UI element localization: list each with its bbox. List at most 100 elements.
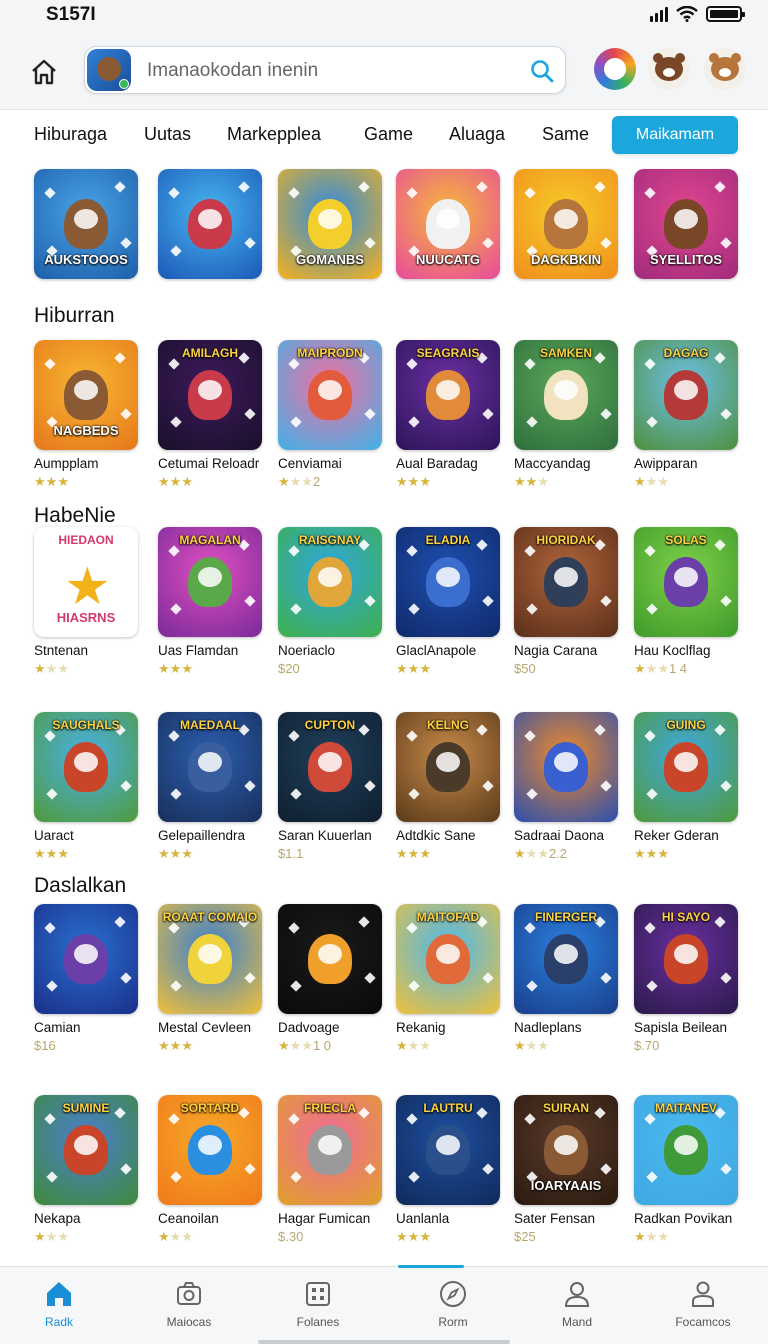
nav-item-focamcos[interactable]: Focamcos — [648, 1279, 758, 1329]
app-card[interactable]: MAITOFAD Rekanig ★★★ — [396, 904, 502, 1054]
grid-icon — [306, 1282, 330, 1306]
featured-card[interactable] — [158, 169, 264, 279]
app-card[interactable]: HI SAYO Sapisla Beilean $.70 — [634, 904, 740, 1054]
app-thumbnail[interactable]: SAUGHALS — [34, 712, 138, 822]
sparkle-decoration — [44, 922, 56, 934]
app-card[interactable]: ★ HIEDAON HIASRNS Stntenan ★★★ — [34, 527, 140, 677]
app-card[interactable]: SUMINE Nekapa ★★★ — [34, 1095, 140, 1245]
tab-uutas[interactable]: Uutas — [144, 124, 191, 145]
app-card[interactable]: Dadvoage ★★★1 0 — [278, 904, 384, 1054]
app-card[interactable]: SAUGHALS Uaract ★★★ — [34, 712, 140, 862]
tab-aluaga[interactable]: Aluaga — [449, 124, 505, 145]
app-thumbnail[interactable] — [158, 169, 262, 279]
app-thumbnail[interactable]: MAGALAN — [158, 527, 262, 637]
nav-item-radk[interactable]: Radk — [4, 1279, 114, 1329]
home-button[interactable] — [26, 54, 62, 90]
nav-item-maiocas[interactable]: Maiocas — [134, 1279, 244, 1329]
app-card[interactable]: MAIPRODN Cenviamai ★★★2 — [278, 340, 384, 490]
profile-avatar-bear-2[interactable] — [704, 48, 746, 90]
app-card[interactable]: MAITANEV Radkan Povikan ★★★ — [634, 1095, 740, 1245]
app-card[interactable]: HIORIDAK Nagia Carana $50 — [514, 527, 620, 677]
app-thumbnail[interactable]: AUKSTOOOS — [34, 169, 138, 279]
app-thumbnail[interactable] — [278, 904, 382, 1014]
app-thumbnail[interactable]: ROAAT COMAIO — [158, 904, 262, 1014]
nav-item-folanes[interactable]: Folanes — [263, 1279, 373, 1329]
app-card[interactable]: MAEDAAL Gelepaillendra ★★★ — [158, 712, 264, 862]
nav-item-rorm[interactable]: Rorm — [398, 1279, 508, 1329]
app-card[interactable]: GUING Reker Gderan ★★★ — [634, 712, 740, 862]
rating-stars: ★★★ — [514, 846, 549, 861]
app-thumbnail[interactable]: ★ HIEDAON HIASRNS — [34, 527, 138, 637]
star-icon: ★ — [657, 1229, 669, 1244]
app-card[interactable]: SAMKEN Maccyandag ★★★ — [514, 340, 620, 490]
app-thumbnail[interactable]: NAGBEDS — [34, 340, 138, 450]
app-thumbnail[interactable]: ELADIA — [396, 527, 500, 637]
app-card[interactable]: SUIRAN IOARYAAIS Sater Fensan $25 — [514, 1095, 620, 1245]
app-thumbnail[interactable]: AMILAGH — [158, 340, 262, 450]
app-card[interactable]: ELADIA GlaclAnapole ★★★ — [396, 527, 502, 677]
search-box[interactable] — [84, 46, 566, 94]
app-thumbnail[interactable]: NUUCATG — [396, 169, 500, 279]
tab-maikamam[interactable]: Maikamam — [612, 116, 738, 154]
app-card[interactable]: KELNG Adtdkic Sane ★★★ — [396, 712, 502, 862]
app-thumbnail[interactable]: MAEDAAL — [158, 712, 262, 822]
app-thumbnail[interactable]: DAGKBKIN — [514, 169, 618, 279]
app-card[interactable]: CUPTON Saran Kuuerlan $1.1 — [278, 712, 384, 862]
star-icon: ★ — [57, 474, 69, 489]
app-card[interactable]: RAISGNAY Noeriaclo $20 — [278, 527, 384, 677]
app-thumbnail[interactable] — [514, 712, 618, 822]
app-thumbnail[interactable]: GUING — [634, 712, 738, 822]
app-card[interactable]: Camian $16 — [34, 904, 140, 1054]
app-card[interactable]: Sadraai Daona ★★★2.2 — [514, 712, 620, 862]
app-thumbnail[interactable]: MAIPRODN — [278, 340, 382, 450]
app-thumbnail[interactable]: MAITANEV — [634, 1095, 738, 1205]
featured-card[interactable]: DAGKBKIN — [514, 169, 620, 279]
app-card[interactable]: SOLAS Hau Koclflag ★★★1 4 — [634, 527, 740, 677]
app-thumbnail[interactable]: SUIRAN IOARYAAIS — [514, 1095, 618, 1205]
tab-same[interactable]: Same — [542, 124, 589, 145]
featured-card[interactable]: GOMANBS — [278, 169, 384, 279]
app-thumbnail[interactable]: SAMKEN — [514, 340, 618, 450]
tab-markepplea[interactable]: Markepplea — [227, 124, 321, 145]
app-card[interactable]: NAGBEDS Aumpplam ★★★ — [34, 340, 140, 490]
nav-item-mand[interactable]: Mand — [522, 1279, 632, 1329]
search-icon[interactable] — [529, 58, 555, 84]
app-card[interactable]: MAGALAN Uas Flamdan ★★★ — [158, 527, 264, 677]
tab-hiburaga[interactable]: Hiburaga — [34, 124, 107, 145]
sparkle-decoration — [646, 416, 658, 428]
app-card[interactable]: SEAGRAIS Aual Baradag ★★★ — [396, 340, 502, 490]
app-card[interactable]: SORTARD Ceanoilan ★★★ — [158, 1095, 264, 1245]
star-icon: ★ — [396, 1038, 408, 1053]
app-thumbnail[interactable]: FINERGER — [514, 904, 618, 1014]
app-card[interactable]: DAGAG Awipparan ★★★ — [634, 340, 740, 490]
app-thumbnail[interactable]: SORTARD — [158, 1095, 262, 1205]
tab-game[interactable]: Game — [364, 124, 413, 145]
app-thumbnail[interactable]: SEAGRAIS — [396, 340, 500, 450]
app-thumbnail[interactable]: SUMINE — [34, 1095, 138, 1205]
app-meta: $.70 — [634, 1038, 740, 1054]
app-thumbnail[interactable]: LAUTRU — [396, 1095, 500, 1205]
app-card[interactable]: FRIECLA Hagar Fumican $.30 — [278, 1095, 384, 1245]
app-card[interactable]: FINERGER Nadleplans ★★★ — [514, 904, 620, 1054]
search-input[interactable] — [147, 57, 507, 85]
app-thumbnail[interactable]: FRIECLA — [278, 1095, 382, 1205]
app-card[interactable]: LAUTRU Uanlanla ★★★ — [396, 1095, 502, 1245]
app-card[interactable]: ROAAT COMAIO Mestal Cevleen ★★★ — [158, 904, 264, 1054]
featured-card[interactable]: NUUCATG — [396, 169, 502, 279]
app-thumbnail[interactable]: SOLAS — [634, 527, 738, 637]
app-thumbnail[interactable]: CUPTON — [278, 712, 382, 822]
profile-avatar-bear[interactable] — [648, 48, 690, 90]
app-thumbnail[interactable]: RAISGNAY — [278, 527, 382, 637]
app-thumbnail[interactable]: MAITOFAD — [396, 904, 500, 1014]
app-thumbnail[interactable]: HIORIDAK — [514, 527, 618, 637]
profile-avatar-colorful[interactable] — [594, 48, 636, 90]
featured-card[interactable]: SYELLITOS — [634, 169, 740, 279]
featured-card[interactable]: AUKSTOOOS — [34, 169, 140, 279]
app-thumbnail[interactable]: DAGAG — [634, 340, 738, 450]
app-thumbnail[interactable]: KELNG — [396, 712, 500, 822]
app-thumbnail[interactable]: HI SAYO — [634, 904, 738, 1014]
app-card[interactable]: AMILAGH Cetumai Reloadr ★★★ — [158, 340, 264, 490]
app-thumbnail[interactable]: SYELLITOS — [634, 169, 738, 279]
app-thumbnail[interactable]: GOMANBS — [278, 169, 382, 279]
app-thumbnail[interactable] — [34, 904, 138, 1014]
